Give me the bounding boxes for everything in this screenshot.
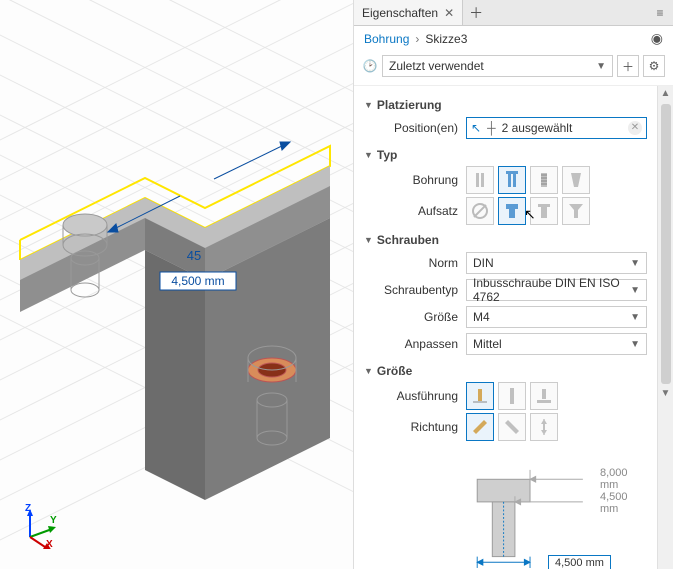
dim-45: 45 [187, 248, 201, 263]
breadcrumb-current: Skizze3 [425, 32, 467, 46]
pick-cursor-icon: ↖ [471, 121, 481, 135]
breadcrumb-root[interactable]: Bohrung [364, 32, 409, 46]
gear-icon[interactable]: ⚙ [643, 55, 665, 77]
section-type[interactable]: ▼Typ [364, 148, 647, 162]
sketch-point-icon: ┼ [487, 121, 496, 135]
clear-icon[interactable]: ✕ [628, 121, 642, 135]
section-dims[interactable]: ▼Größe [364, 364, 647, 378]
bohrung-options [466, 166, 647, 194]
positions-field[interactable]: ↖ ┼ 2 ausgewählt ✕ [466, 117, 647, 139]
menu-icon[interactable]: ≡ [647, 6, 673, 20]
hole-type-tapped[interactable] [530, 166, 558, 194]
seat-countersink[interactable] [562, 197, 590, 225]
norm-label: Norm [364, 256, 466, 270]
dim-depth-field[interactable]: 4,500 mm [548, 555, 611, 569]
axis-z-label: Z [25, 503, 31, 514]
section-screws[interactable]: ▼Schrauben [364, 233, 647, 247]
axis-y-label: Y [50, 515, 57, 526]
norm-select[interactable]: DIN▼ [466, 252, 647, 274]
positions-label: Position(en) [364, 121, 466, 135]
hole-type-clearance[interactable] [498, 166, 526, 194]
fit-label: Anpassen [364, 337, 466, 351]
dim-inner: 4,500 mm [600, 491, 647, 515]
seat-counterbore[interactable] [498, 197, 526, 225]
scroll-up-icon[interactable]: ▲ [661, 86, 671, 102]
hole-type-taper[interactable] [562, 166, 590, 194]
term-distance[interactable] [466, 382, 494, 410]
term-to[interactable] [530, 382, 558, 410]
kind-label: Schraubentyp [364, 283, 466, 297]
viewport-3d[interactable]: placeholder [0, 0, 353, 569]
breadcrumb: Bohrung › Skizze3 ◉ [354, 26, 673, 51]
dir-sym[interactable] [530, 413, 558, 441]
aufsatz-options [466, 197, 647, 225]
richt-label: Richtung [364, 420, 466, 434]
scroll-down-icon[interactable]: ▼ [661, 386, 671, 402]
isometric-grid: placeholder [0, 0, 353, 569]
fit-select[interactable]: Mittel▼ [466, 333, 647, 355]
chevron-right-icon: › [415, 32, 419, 46]
ausf-label: Ausführung [364, 389, 466, 403]
positions-value: 2 ausgewählt [502, 121, 573, 135]
hole-diagram: 8,000 mm 4,500 mm 4,500 mm [364, 447, 647, 569]
axis-triad: Z Y X [18, 509, 58, 549]
panel-content: ▼Platzierung Position(en) ↖ ┼ 2 ausgewäh… [354, 86, 657, 569]
seat-none[interactable] [466, 197, 494, 225]
seat-spotface[interactable] [530, 197, 558, 225]
dim-outer: 8,000 mm [600, 467, 647, 491]
dir-flip[interactable] [498, 413, 526, 441]
section-placement[interactable]: ▼Platzierung [364, 98, 647, 112]
scroll-thumb[interactable] [661, 104, 671, 384]
hole-type-simple[interactable] [466, 166, 494, 194]
chevron-down-icon: ▼ [596, 61, 606, 72]
properties-panel: Eigenschaften ✕ ＋ ≡ Bohrung › Skizze3 ◉ … [353, 0, 673, 569]
kind-select[interactable]: Inbusschraube DIN EN ISO 4762▼ [466, 279, 647, 301]
recent-select[interactable]: Zuletzt verwendet ▼ [382, 55, 613, 77]
size-select[interactable]: M4▼ [466, 306, 647, 328]
aufsatz-label: Aufsatz [364, 204, 466, 218]
recent-select-label: Zuletzt verwendet [389, 59, 484, 73]
axis-x-label: X [46, 539, 53, 550]
add-preset-button[interactable]: ＋ [617, 55, 639, 77]
tab-title: Eigenschaften [362, 6, 438, 20]
bohrung-label: Bohrung [364, 173, 466, 187]
panel-header: Eigenschaften ✕ ＋ ≡ [354, 0, 673, 26]
dim-4p5mm: 4,500 mm [171, 274, 224, 288]
visibility-icon[interactable]: ◉ [651, 30, 663, 47]
size-label: Größe [364, 310, 466, 324]
dir-default[interactable] [466, 413, 494, 441]
add-tab-button[interactable]: ＋ [463, 3, 489, 23]
scrollbar[interactable]: ▲ ▼ [657, 86, 673, 569]
close-icon[interactable]: ✕ [444, 6, 454, 20]
term-through[interactable] [498, 382, 526, 410]
history-icon: 🕑 [362, 59, 378, 73]
tab-properties[interactable]: Eigenschaften ✕ [354, 0, 463, 25]
